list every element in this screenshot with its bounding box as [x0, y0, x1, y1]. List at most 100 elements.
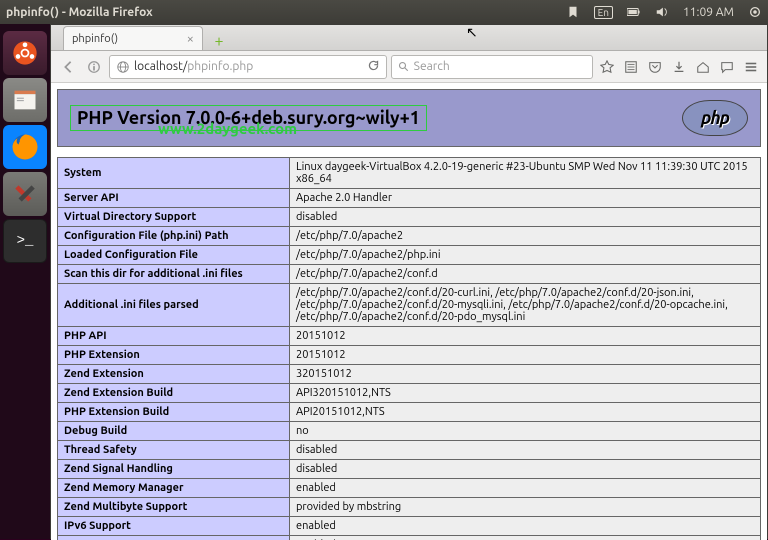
files-icon[interactable]	[3, 78, 47, 122]
table-row: Loaded Configuration File/etc/php/7.0/ap…	[58, 246, 761, 265]
info-key: Zend Multibyte Support	[58, 498, 290, 517]
clock[interactable]: 11:09 AM	[683, 6, 734, 19]
page-content: PHP Version 7.0.0-6+deb.sury.org~wily+1 …	[51, 83, 767, 540]
firefox-icon[interactable]	[3, 125, 47, 169]
info-key: Scan this dir for additional .ini files	[58, 265, 290, 284]
info-value: Apache 2.0 Handler	[290, 189, 761, 208]
info-key: Debug Build	[58, 422, 290, 441]
info-value: /etc/php/7.0/apache2/conf.d	[290, 265, 761, 284]
tab-phpinfo[interactable]: phpinfo() ×	[63, 26, 203, 50]
bookmarks-list-icon[interactable]	[621, 57, 641, 77]
info-value: API320151012,NTS	[290, 384, 761, 403]
info-key: Virtual Directory Support	[58, 208, 290, 227]
info-key: System	[58, 158, 290, 189]
keyboard-indicator[interactable]: En	[594, 6, 613, 19]
info-value: /etc/php/7.0/apache2/conf.d/20-curl.ini,…	[290, 284, 761, 327]
info-value: disabled	[290, 441, 761, 460]
info-value: 320151012	[290, 365, 761, 384]
tab-label: phpinfo()	[72, 33, 179, 45]
table-row: DTrace Supportenabled	[58, 536, 761, 540]
info-value: 20151012	[290, 346, 761, 365]
info-key: Additional .ini files parsed	[58, 284, 290, 327]
table-row: Server APIApache 2.0 Handler	[58, 189, 761, 208]
search-icon	[398, 61, 410, 73]
table-row: Debug Buildno	[58, 422, 761, 441]
info-key: IPv6 Support	[58, 517, 290, 536]
tab-strip: phpinfo() × +	[51, 25, 767, 51]
settings-icon[interactable]	[3, 172, 47, 216]
info-key: Loaded Configuration File	[58, 246, 290, 265]
search-placeholder: Search	[414, 60, 450, 73]
info-key: PHP Extension	[58, 346, 290, 365]
table-row: Zend Extension BuildAPI320151012,NTS	[58, 384, 761, 403]
battery-icon[interactable]	[627, 5, 641, 19]
url-bar[interactable]: localhost/phpinfo.php	[109, 55, 387, 79]
info-key: Server API	[58, 189, 290, 208]
table-row: Thread Safetydisabled	[58, 441, 761, 460]
table-row: PHP Extension20151012	[58, 346, 761, 365]
table-row: Zend Memory Managerenabled	[58, 479, 761, 498]
table-row: PHP Extension BuildAPI20151012,NTS	[58, 403, 761, 422]
terminal-icon[interactable]: >_	[3, 219, 47, 263]
dash-icon[interactable]	[3, 31, 47, 75]
back-button[interactable]	[57, 56, 79, 78]
table-row: PHP API20151012	[58, 327, 761, 346]
launcher: >_	[0, 24, 50, 539]
info-value: enabled	[290, 536, 761, 540]
table-row: Zend Multibyte Supportprovided by mbstri…	[58, 498, 761, 517]
info-key: Zend Signal Handling	[58, 460, 290, 479]
network-icon[interactable]	[566, 5, 580, 19]
info-key: PHP API	[58, 327, 290, 346]
identity-button[interactable]	[83, 56, 105, 78]
info-key: Zend Extension	[58, 365, 290, 384]
tab-close-icon[interactable]: ×	[187, 32, 194, 46]
info-value: no	[290, 422, 761, 441]
table-row: Additional .ini files parsed/etc/php/7.0…	[58, 284, 761, 327]
info-key: Zend Memory Manager	[58, 479, 290, 498]
url-host: localhost/	[134, 60, 187, 73]
table-row: Zend Signal Handlingdisabled	[58, 460, 761, 479]
info-value: 20151012	[290, 327, 761, 346]
reload-button[interactable]	[367, 59, 380, 75]
top-menu-bar: phpinfo() - Mozilla Firefox En 11:09 AM	[0, 0, 768, 24]
downloads-icon[interactable]	[669, 57, 689, 77]
sound-icon[interactable]	[655, 5, 669, 19]
session-icon[interactable]	[748, 5, 762, 19]
watermark: www.2daygeek.com	[158, 120, 297, 137]
table-row: Zend Extension320151012	[58, 365, 761, 384]
phpinfo-table: SystemLinux daygeek-VirtualBox 4.2.0-19-…	[57, 157, 761, 540]
info-key: Configuration File (php.ini) Path	[58, 227, 290, 246]
globe-icon	[116, 60, 130, 74]
new-tab-button[interactable]: +	[209, 32, 229, 50]
url-path: phpinfo.php	[187, 60, 253, 73]
browser-window: phpinfo() × + localhost/phpinfo.php Sear…	[50, 24, 768, 539]
bookmark-star-icon[interactable]	[597, 57, 617, 77]
window-title: phpinfo() - Mozilla Firefox	[6, 6, 153, 19]
info-value: /etc/php/7.0/apache2	[290, 227, 761, 246]
info-value: disabled	[290, 460, 761, 479]
chat-icon[interactable]	[717, 57, 737, 77]
info-key: Zend Extension Build	[58, 384, 290, 403]
info-key: Thread Safety	[58, 441, 290, 460]
info-value: provided by mbstring	[290, 498, 761, 517]
table-row: Virtual Directory Supportdisabled	[58, 208, 761, 227]
table-row: Configuration File (php.ini) Path/etc/ph…	[58, 227, 761, 246]
home-icon[interactable]	[693, 57, 713, 77]
php-header: PHP Version 7.0.0-6+deb.sury.org~wily+1 …	[57, 89, 761, 147]
info-value: Linux daygeek-VirtualBox 4.2.0-19-generi…	[290, 158, 761, 189]
pocket-icon[interactable]	[645, 57, 665, 77]
info-value: enabled	[290, 517, 761, 536]
toolbar: localhost/phpinfo.php Search	[51, 51, 767, 83]
info-key: DTrace Support	[58, 536, 290, 540]
info-value: disabled	[290, 208, 761, 227]
table-row: Scan this dir for additional .ini files/…	[58, 265, 761, 284]
search-bar[interactable]: Search	[391, 55, 593, 79]
info-value: API20151012,NTS	[290, 403, 761, 422]
info-value: enabled	[290, 479, 761, 498]
info-key: PHP Extension Build	[58, 403, 290, 422]
php-logo: php	[682, 100, 748, 136]
table-row: IPv6 Supportenabled	[58, 517, 761, 536]
menu-icon[interactable]	[741, 57, 761, 77]
table-row: SystemLinux daygeek-VirtualBox 4.2.0-19-…	[58, 158, 761, 189]
info-value: /etc/php/7.0/apache2/php.ini	[290, 246, 761, 265]
